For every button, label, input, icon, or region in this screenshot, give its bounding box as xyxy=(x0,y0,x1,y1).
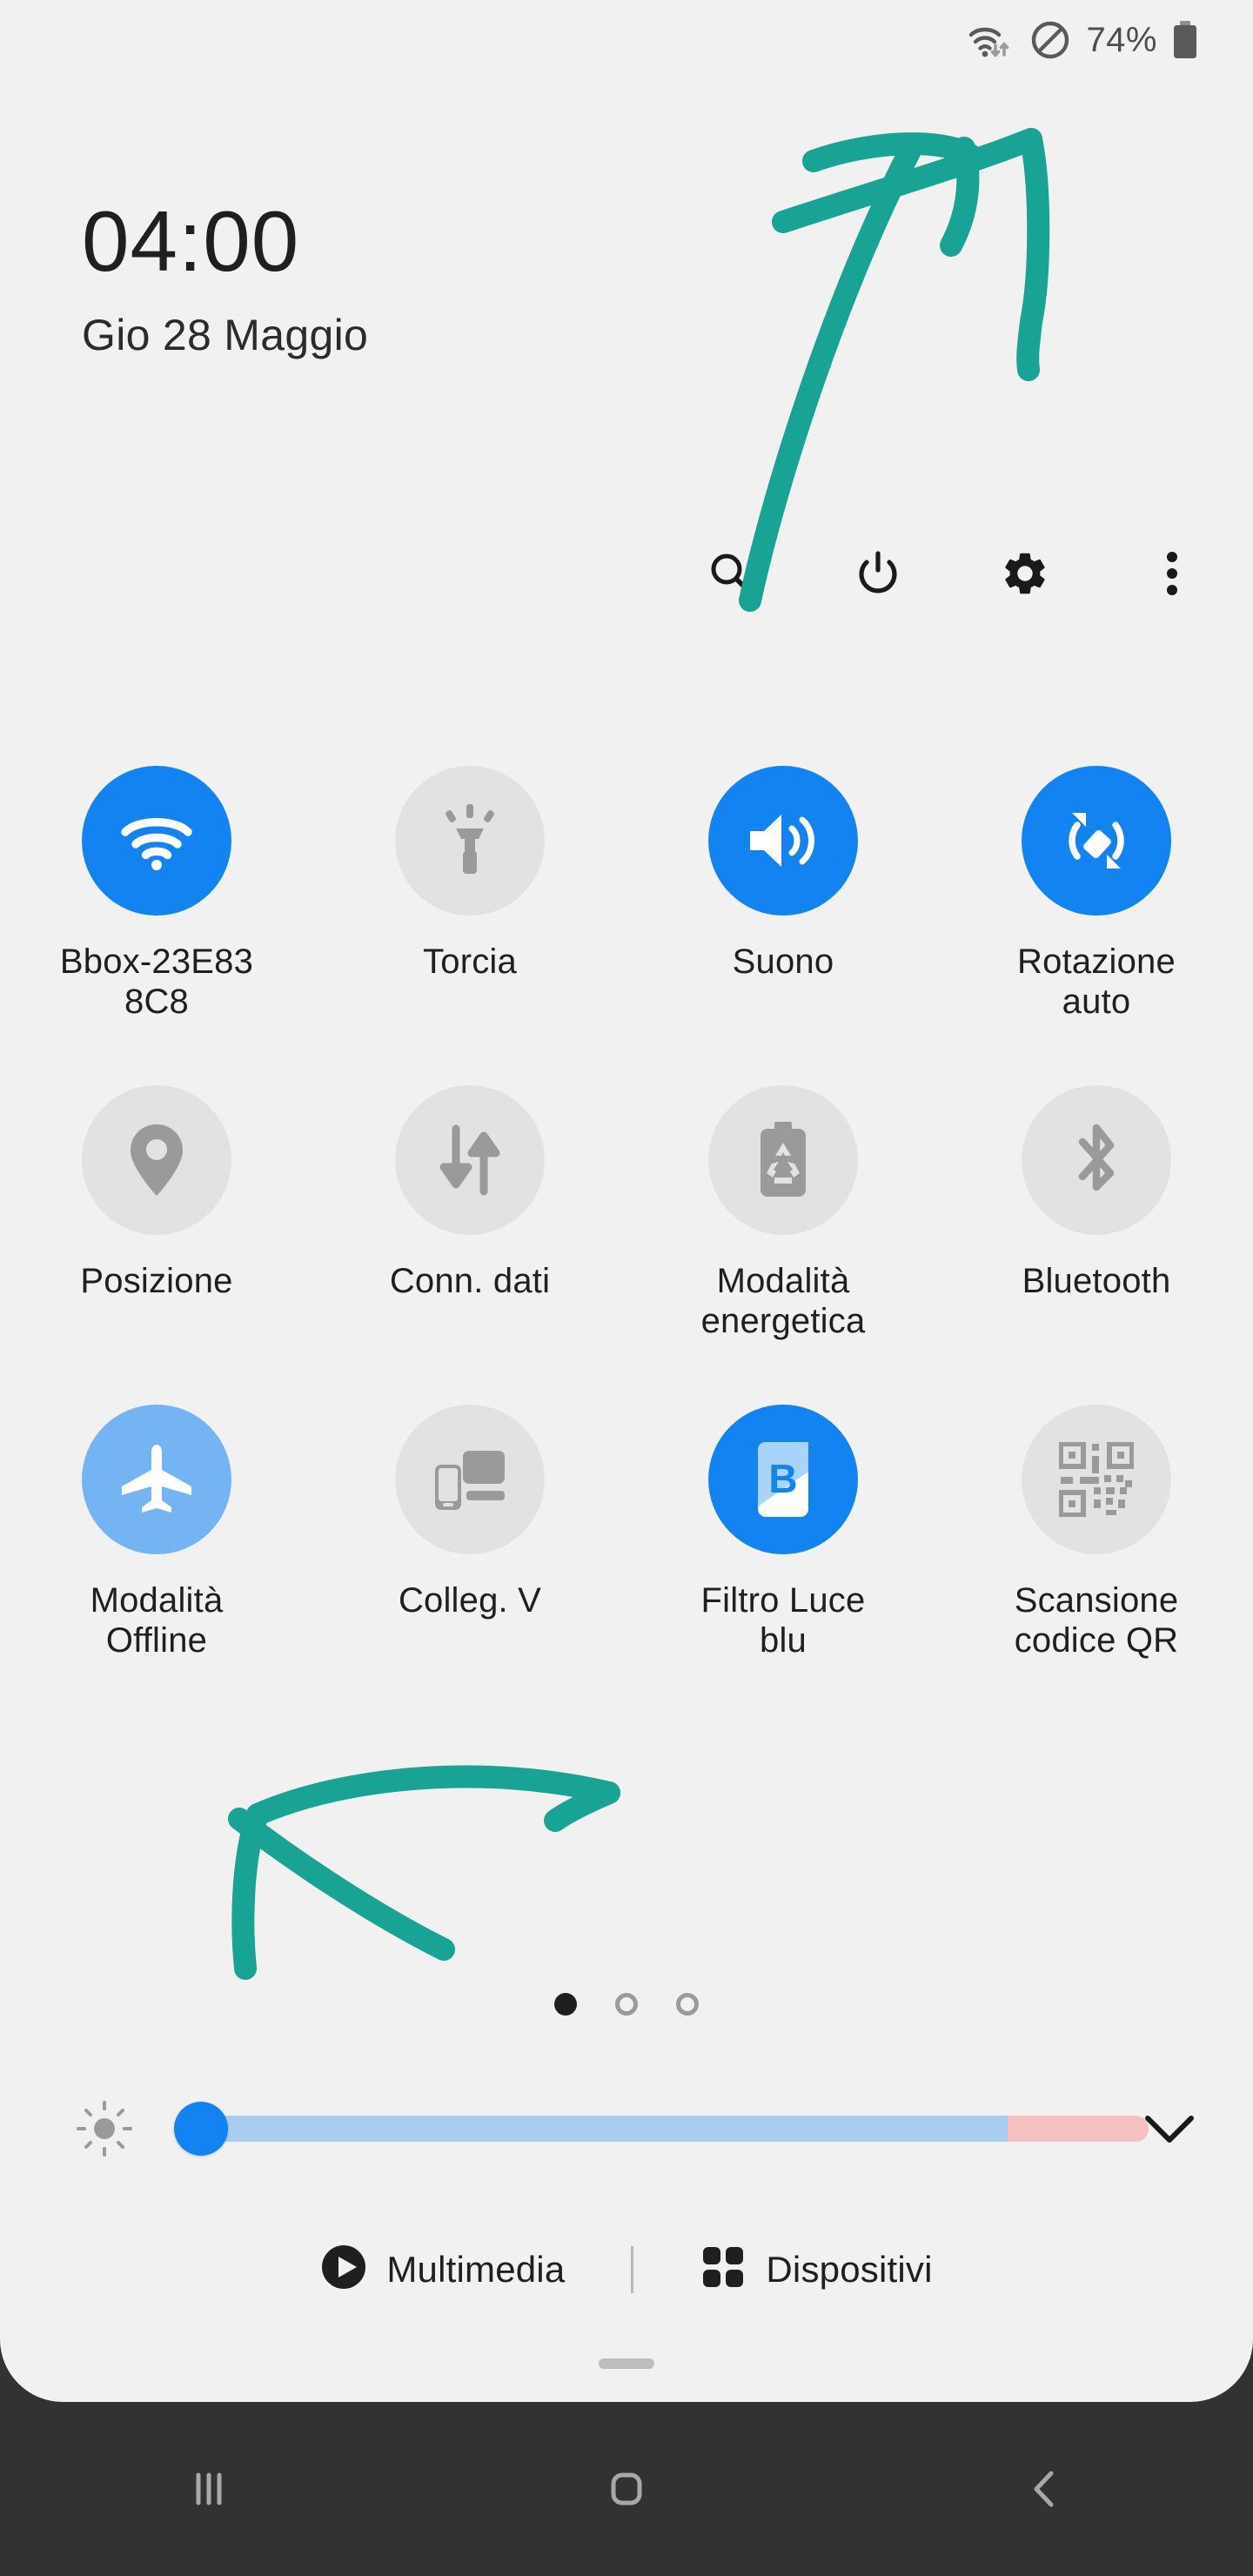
tile-label: Modalità energetica xyxy=(700,1261,866,1341)
do-not-disturb-icon xyxy=(1029,18,1072,62)
clock-time: 04:00 xyxy=(82,193,300,289)
battery-percent-label: 74% xyxy=(1086,20,1157,59)
tile-label: Rotazione auto xyxy=(1017,943,1176,1022)
grid-dots-icon xyxy=(700,2244,747,2295)
devices-button[interactable]: Dispositivi xyxy=(700,2244,932,2295)
media-devices-bar: Multimedia Dispositivi xyxy=(0,2244,1253,2295)
tile-label: Modalità Offline xyxy=(90,1580,224,1660)
brightness-row xyxy=(0,2087,1253,2170)
quick-settings-tiles: Bbox-23E83 8C8 Torcia Suono Rotazione au… xyxy=(0,766,1253,1660)
tile-label: Suono xyxy=(732,943,834,981)
tile-wifi[interactable]: Bbox-23E83 8C8 xyxy=(0,766,313,1023)
home-icon[interactable] xyxy=(561,2437,692,2541)
brightness-icon xyxy=(73,2097,136,2160)
recents-icon[interactable] xyxy=(144,2437,274,2541)
battery-icon xyxy=(1171,19,1199,61)
search-icon[interactable] xyxy=(704,547,758,600)
power-icon[interactable] xyxy=(851,547,905,600)
media-label: Multimedia xyxy=(386,2248,566,2290)
brightness-track-filled xyxy=(200,2116,1008,2142)
page-dot-3[interactable] xyxy=(676,1993,699,2016)
power-saving-icon xyxy=(708,1084,858,1235)
qr-code-icon xyxy=(1022,1404,1171,1554)
clock-block: 04:00 Gio 28 Maggio xyxy=(82,198,368,360)
tile-label: Posizione xyxy=(80,1261,233,1300)
tile-label: Scansione codice QR xyxy=(1014,1580,1179,1660)
back-icon[interactable] xyxy=(979,2437,1109,2541)
flashlight-icon xyxy=(395,766,545,916)
tile-blue-light-filter[interactable]: B Filtro Luce blu xyxy=(626,1404,940,1661)
tile-airplane-mode[interactable]: Modalità Offline xyxy=(0,1404,313,1661)
overflow-menu-icon[interactable] xyxy=(1145,547,1199,600)
tile-location[interactable]: Posizione xyxy=(0,1084,313,1342)
tile-power-mode[interactable]: Modalità energetica xyxy=(626,1084,940,1342)
tile-label: Bluetooth xyxy=(1022,1261,1171,1300)
tile-mobile-data[interactable]: Conn. dati xyxy=(313,1084,626,1342)
navigation-bar xyxy=(0,2402,1253,2576)
bluetooth-icon xyxy=(1022,1084,1171,1235)
blue-light-filter-icon: B xyxy=(708,1404,858,1554)
volume-icon xyxy=(708,766,858,916)
tile-label: Torcia xyxy=(423,943,517,981)
svg-text:B: B xyxy=(768,1456,797,1501)
header-actions xyxy=(704,547,1199,600)
tile-bluetooth[interactable]: Bluetooth xyxy=(940,1084,1253,1342)
brightness-slider[interactable] xyxy=(151,2097,1149,2160)
page-indicator xyxy=(0,1993,1253,2016)
tile-label: Colleg. V xyxy=(398,1580,542,1620)
bottom-bar-divider xyxy=(631,2245,634,2293)
tile-sound[interactable]: Suono xyxy=(626,766,940,1023)
airplane-icon xyxy=(82,1404,231,1554)
gear-icon[interactable] xyxy=(998,547,1052,600)
nearby-share-icon xyxy=(395,1404,545,1554)
tile-label: Filtro Luce blu xyxy=(700,1580,866,1660)
tile-flashlight[interactable]: Torcia xyxy=(313,766,626,1023)
location-pin-icon xyxy=(82,1084,231,1235)
quick-settings-panel: 74% 04:00 Gio 28 Maggio Bbox-23E83 8C8 T… xyxy=(0,0,1253,2402)
panel-drag-handle[interactable] xyxy=(599,2358,654,2369)
tile-label: Bbox-23E83 8C8 xyxy=(59,943,254,1022)
mobile-data-icon xyxy=(395,1084,545,1235)
wifi-icon xyxy=(82,766,231,916)
page-dot-2[interactable] xyxy=(615,1993,638,2016)
tile-nearby-share[interactable]: Colleg. V xyxy=(313,1404,626,1661)
page-dot-1[interactable] xyxy=(554,1993,577,2016)
status-bar: 74% xyxy=(0,0,1253,80)
brightness-slider-thumb[interactable] xyxy=(174,2102,228,2156)
tile-label: Conn. dati xyxy=(389,1261,551,1300)
brightness-track-remaining xyxy=(1008,2116,1149,2142)
clock-date: Gio 28 Maggio xyxy=(82,311,369,359)
wifi-data-icon xyxy=(968,21,1015,59)
media-button[interactable]: Multimedia xyxy=(320,2244,565,2295)
auto-rotate-icon xyxy=(1022,766,1171,916)
tile-qr-scan[interactable]: Scansione codice QR xyxy=(940,1404,1253,1661)
tile-auto-rotate[interactable]: Rotazione auto xyxy=(940,766,1253,1023)
devices-label: Dispositivi xyxy=(766,2248,933,2290)
play-circle-icon xyxy=(320,2244,367,2295)
